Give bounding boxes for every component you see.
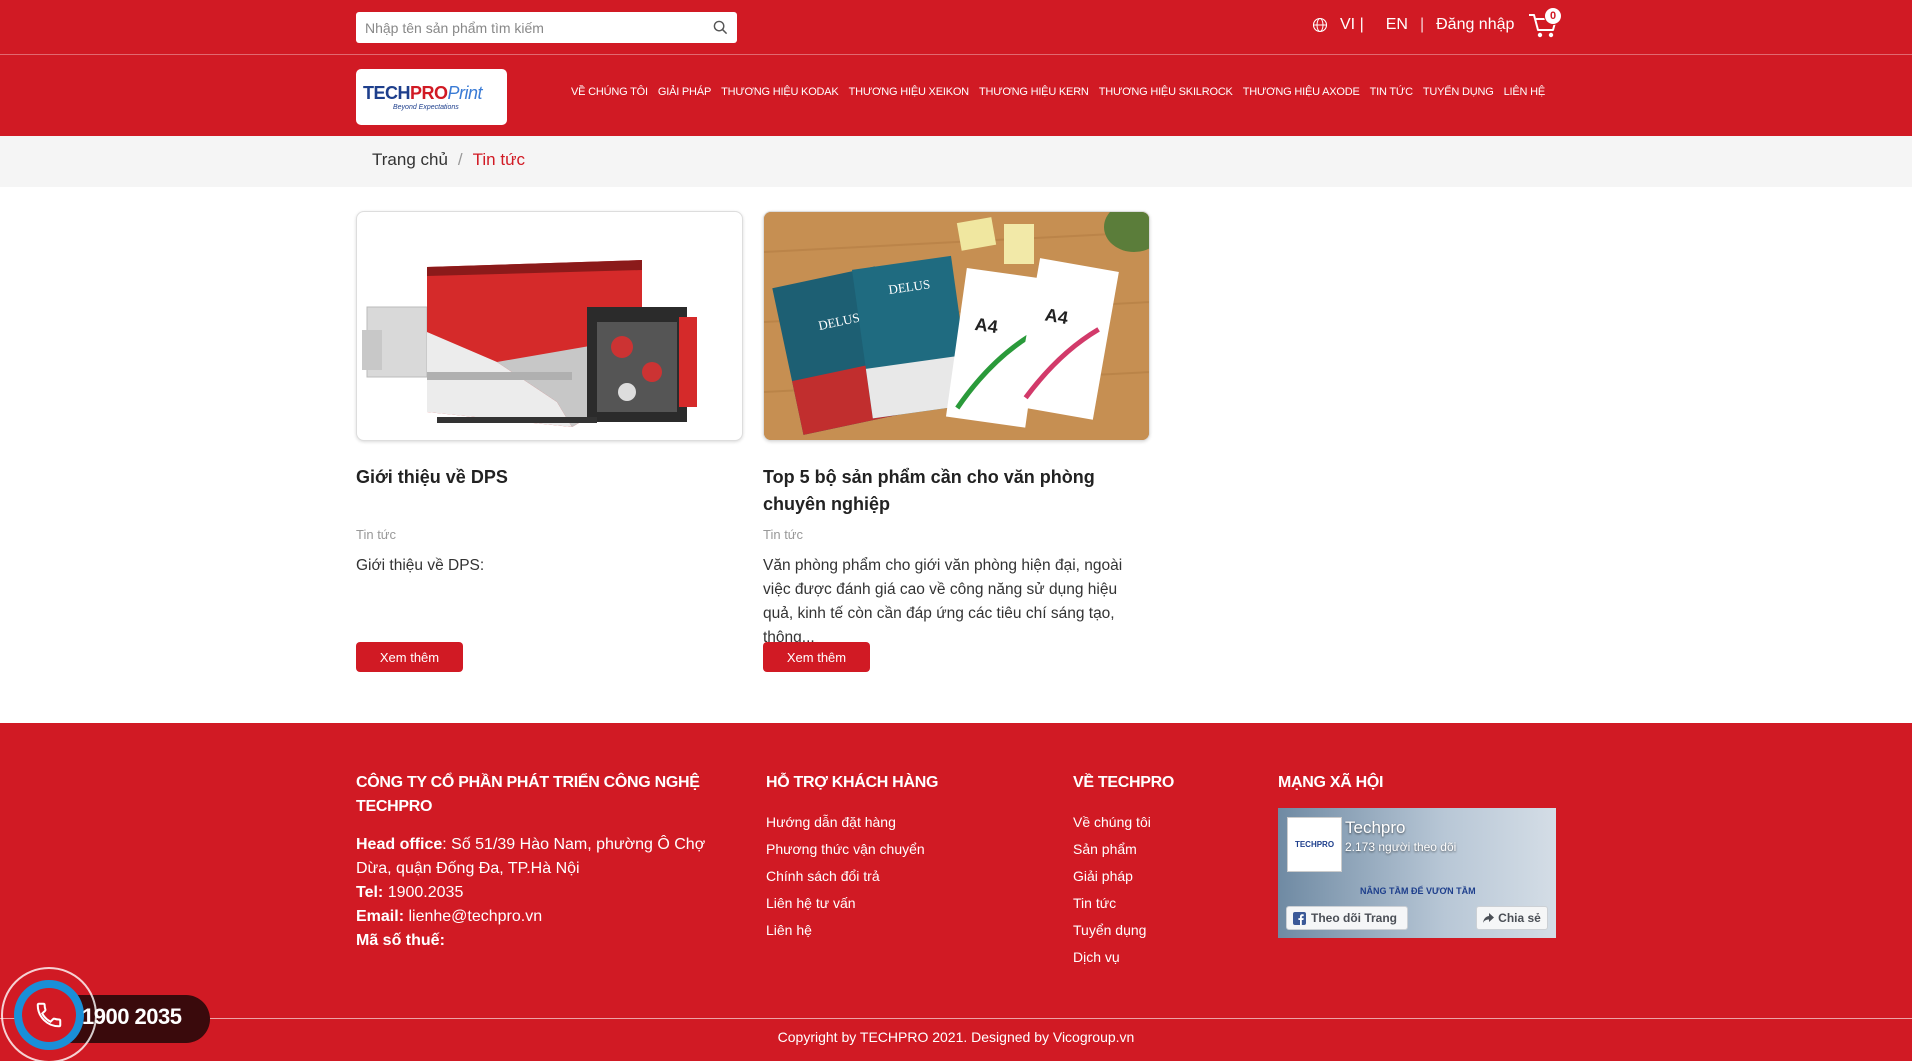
post-excerpt: Giới thiệu về DPS: [356, 557, 485, 574]
nav-careers[interactable]: TUYỂN DỤNG [1418, 86, 1499, 98]
nav-contact[interactable]: LIÊN HỆ [1499, 86, 1550, 98]
nav-xeikon[interactable]: THƯƠNG HIỆU XEIKON [844, 86, 974, 98]
footer-link[interactable]: Hướng dẫn đặt hàng [766, 809, 938, 836]
copyright-text: Copyright by TECHPRO 2021. Designed by V… [777, 1029, 1135, 1045]
logo-text-tech: TECH [363, 82, 411, 103]
footer-company-heading: CÔNG TY CỔ PHẦN PHÁT TRIỂN CÔNG NGHỆ TEC… [356, 774, 700, 815]
post-category: Tin tức [356, 527, 397, 542]
facebook-follow-button[interactable]: Theo dõi Trang [1286, 906, 1408, 930]
footer-link[interactable]: Tin tức [1073, 890, 1174, 917]
facebook-share-label: Chia sẻ [1498, 911, 1541, 925]
logo-tagline: Beyond Expectations [393, 103, 459, 111]
footer-support-heading: HỖ TRỢ KHÁCH HÀNG [766, 774, 939, 791]
language-switcher: VI | EN | Đăng nhập [1312, 16, 1514, 34]
globe-icon [1312, 17, 1328, 33]
hotline-number[interactable]: 1900 2035 [82, 1004, 182, 1030]
nav-axode[interactable]: THƯƠNG HIỆU AXODE [1238, 86, 1365, 98]
printer-image [362, 260, 697, 427]
search-button[interactable] [703, 12, 737, 43]
site-footer: CÔNG TY CỔ PHẦN PHÁT TRIỂN CÔNG NGHỆ TEC… [0, 723, 1912, 1061]
phone-icon [36, 1002, 62, 1028]
logo-text-print: Print [447, 82, 483, 103]
cart-button[interactable]: 0 [1528, 7, 1562, 42]
nav-solutions[interactable]: GIẢI PHÁP [653, 86, 716, 98]
footer-link[interactable]: Phương thức vận chuyển [766, 836, 938, 863]
post-category: Tin tức [763, 527, 804, 542]
facebook-page-name[interactable]: Techpro [1345, 818, 1405, 838]
post-card: Giới thiệu về DPS Tin tức Giới thiệu về … [356, 211, 743, 672]
hotline-inner-circle [22, 988, 76, 1042]
search-icon [713, 20, 727, 35]
nav-skilrock[interactable]: THƯƠNG HIỆU SKILROCK [1094, 86, 1238, 98]
search-input[interactable] [356, 12, 703, 43]
footer-link[interactable]: Liên hệ tư vấn [766, 890, 938, 917]
facebook-page-avatar: TECHPRO [1287, 817, 1342, 872]
facebook-follow-label: Theo dõi Trang [1311, 911, 1397, 925]
hotline-call-button[interactable] [14, 980, 84, 1050]
nav-kern[interactable]: THƯƠNG HIỆU KERN [974, 86, 1094, 98]
footer-link[interactable]: Dịch vụ [1073, 944, 1174, 971]
top-bar: VI | EN | Đăng nhập 0 [0, 0, 1912, 55]
read-more-button[interactable]: Xem thêm [356, 642, 463, 672]
cart-count-badge: 0 [1544, 7, 1562, 25]
lang-separator: | [1419, 16, 1425, 33]
post-title[interactable]: Giới thiệu về DPS [356, 464, 743, 491]
facebook-share-button[interactable]: Chia sẻ [1476, 906, 1548, 930]
lang-vi-link[interactable]: VI | [1340, 16, 1364, 34]
post-thumbnail-printer[interactable] [356, 211, 743, 441]
footer-company-col: CÔNG TY CỔ PHẦN PHÁT TRIỂN CÔNG NGHỆ TEC… [356, 771, 726, 953]
footer-link[interactable]: Về chúng tôi [1073, 809, 1174, 836]
facebook-cover-slogan: NÂNG TẦM ĐỂ VƯƠN TẦM [1360, 886, 1476, 896]
lang-en-link[interactable]: EN [1386, 16, 1408, 34]
facebook-page-widget[interactable]: TECHPRO Techpro 2.173 người theo dõi NÂN… [1278, 808, 1556, 938]
breadcrumb-bar: Trang chủ / Tin tức [0, 136, 1912, 187]
nav-about[interactable]: VỀ CHÚNG TÔI [566, 86, 653, 98]
tel-value: 1900.2035 [383, 884, 464, 901]
footer-social-col: MẠNG XÃ HỘI [1278, 771, 1383, 795]
footer-link[interactable]: Liên hệ [766, 917, 938, 944]
read-more-button[interactable]: Xem thêm [763, 642, 870, 672]
logo-text-pro: PRO [410, 82, 448, 103]
site-logo[interactable]: TECHPROPrint Beyond Expectations [356, 69, 507, 125]
office-label: Head office [356, 836, 443, 853]
tax-label: Mã số thuế: [356, 932, 445, 949]
paper-products-image: DELUS DELUS A4 A4 [764, 212, 1149, 440]
footer-link[interactable]: Giải pháp [1073, 863, 1174, 890]
breadcrumb: Trang chủ / Tin tức [372, 150, 525, 170]
post-card: DELUS DELUS A4 A4 Top 5 bộ sản phẩm cần … [763, 211, 1150, 672]
breadcrumb-current: Tin tức [472, 150, 525, 169]
footer-link[interactable]: Chính sách đổi trả [766, 863, 938, 890]
nav-kodak[interactable]: THƯƠNG HIỆU KODAK [716, 86, 844, 98]
nav-news[interactable]: TIN TỨC [1365, 86, 1418, 98]
footer-link[interactable]: Tuyển dụng [1073, 917, 1174, 944]
post-excerpt: Văn phòng phẩm cho giới văn phòng hiện đ… [763, 557, 1123, 646]
footer-link[interactable]: Sản phẩm [1073, 836, 1174, 863]
email-label: Email: [356, 908, 405, 925]
paper-label-3: A4 [974, 314, 1000, 337]
login-link[interactable]: Đăng nhập [1436, 16, 1514, 34]
search-box [356, 12, 737, 43]
paper-label-4: A4 [1043, 305, 1069, 329]
breadcrumb-home[interactable]: Trang chủ [372, 150, 448, 170]
footer-support-col: HỖ TRỢ KHÁCH HÀNG Hướng dẫn đặt hàng Phư… [766, 771, 938, 944]
post-title[interactable]: Top 5 bộ sản phẩm cần cho văn phòng chuy… [763, 464, 1150, 518]
footer-company-info: Head office: Số 51/39 Hào Nam, phường Ô … [356, 833, 726, 953]
breadcrumb-separator: / [457, 150, 463, 169]
facebook-icon [1293, 911, 1306, 925]
hotline-widget[interactable]: 1900 2035 [0, 966, 211, 1063]
facebook-followers: 2.173 người theo dõi [1345, 840, 1457, 854]
post-thumbnail-paper[interactable]: DELUS DELUS A4 A4 [763, 211, 1150, 441]
share-icon [1483, 913, 1495, 923]
footer-about-col: VỀ TECHPRO Về chúng tôi Sản phẩm Giải ph… [1073, 771, 1174, 971]
main-header: TECHPROPrint Beyond Expectations VỀ CHÚN… [0, 55, 1912, 136]
footer-divider [0, 1018, 1912, 1019]
main-nav: VỀ CHÚNG TÔI GIẢI PHÁP THƯƠNG HIỆU KODAK… [566, 86, 1550, 98]
footer-about-heading: VỀ TECHPRO [1073, 774, 1175, 791]
email-value: lienhe@techpro.vn [404, 908, 543, 925]
footer-social-heading: MẠNG XÃ HỘI [1278, 774, 1384, 791]
tel-label: Tel: [356, 884, 384, 901]
